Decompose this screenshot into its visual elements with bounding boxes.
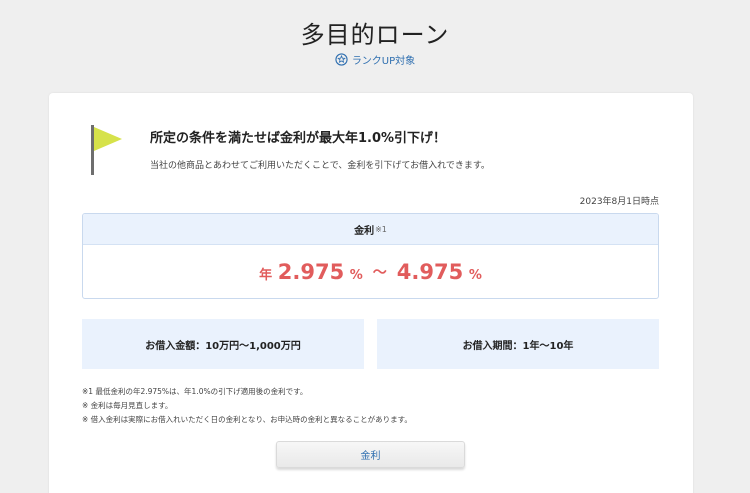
rank-up-label[interactable]: ランクUP対象 (352, 52, 415, 67)
rate-max-value: 4.975 (396, 259, 464, 284)
rate-note-mark: ※1 (375, 224, 387, 234)
loan-amount-text: お借入金額：10万円〜1,000万円 (145, 340, 301, 352)
loan-amount-box: お借入金額：10万円〜1,000万円 (82, 319, 364, 369)
rate-max-unit: % (468, 267, 482, 283)
rate-box: 金利 ※1 年 2.975 % 〜 4.975 % (82, 213, 659, 299)
rate-button[interactable]: 金利 (276, 441, 465, 468)
rank-up-link[interactable]: ランクUP対象 (0, 52, 750, 67)
rate-prefix: 年 (259, 267, 273, 283)
footnotes: ※1 最低金利の年2.975%は、年1.0%の引下げ適用後の金利です。 ※ 金利… (82, 385, 412, 427)
rate-range: 年 2.975 % 〜 4.975 % (83, 245, 658, 298)
page-title: 多目的ローン (300, 21, 450, 49)
footnote-item: ※1 最低金利の年2.975%は、年1.0%の引下げ適用後の金利です。 (82, 387, 308, 396)
rate-header: 金利 ※1 (83, 214, 658, 245)
rate-min-value: 2.975 (277, 259, 345, 284)
star-badge-icon (335, 53, 348, 66)
rate-separator: 〜 (372, 264, 387, 281)
promo-description: 当社の他商品とあわせてご利用いただくことで、金利を引下げてお借入れできます。 (150, 161, 490, 171)
footnote-item: ※ 金利は毎月見直します。 (82, 401, 173, 410)
rate-label: 金利 (354, 225, 375, 237)
loan-period-text: お借入期間：1年〜10年 (462, 340, 574, 352)
flag-icon (91, 125, 122, 175)
promo-title: 所定の条件を満たせば金利が最大年1.0%引下げ！ (150, 131, 447, 146)
footnote-item: ※ 借入金利は実際にお借入れいただく日の金利となり、お申込時の金利と異なることが… (82, 415, 412, 424)
loan-period-box: お借入期間：1年〜10年 (377, 319, 659, 369)
rate-min-unit: % (349, 267, 363, 283)
as-of-date: 2023年8月1日時点 (579, 197, 659, 207)
